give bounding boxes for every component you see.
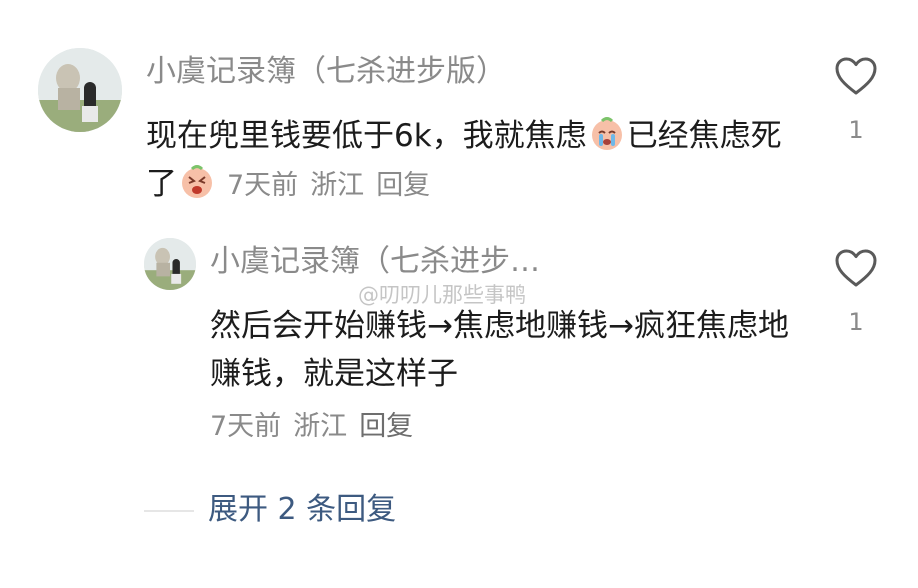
reply-meta: 7天前 浙江 回复 bbox=[210, 410, 425, 444]
comment-location: 浙江 bbox=[310, 170, 365, 201]
crying-emoji-icon bbox=[591, 117, 622, 150]
reply-time: 7天前 bbox=[210, 411, 282, 442]
comment-like-button[interactable]: 1 bbox=[834, 56, 878, 144]
comment-username[interactable]: 小虞记录簿（七杀进步版） bbox=[146, 54, 506, 90]
comment-text-part1: 现在兜里钱要低于6k，我就焦虑 bbox=[146, 118, 587, 154]
expand-replies-button[interactable]: 展开 2 条回复 bbox=[208, 492, 396, 528]
avatar-image bbox=[38, 48, 122, 132]
comment-thread: 小虞记录簿（七杀进步版） 现在兜里钱要低于6k，我就焦虑 已经焦虑死了 7天前浙… bbox=[0, 0, 918, 588]
expand-divider bbox=[144, 510, 194, 512]
heart-icon bbox=[835, 57, 877, 95]
reply-avatar[interactable] bbox=[144, 238, 196, 290]
reply-like-count: 1 bbox=[848, 308, 864, 336]
comment-like-count: 1 bbox=[848, 116, 864, 144]
comment-reply-button[interactable]: 回复 bbox=[376, 170, 430, 201]
reply-like-button[interactable]: 1 bbox=[834, 248, 878, 336]
screaming-emoji-icon bbox=[182, 165, 212, 198]
reply-username[interactable]: 小虞记录簿（七杀进步… bbox=[210, 244, 540, 280]
comment-time: 7天前 bbox=[227, 170, 299, 201]
heart-icon bbox=[835, 249, 877, 287]
comment-content: 现在兜里钱要低于6k，我就焦虑 已经焦虑死了 7天前 浙江 回复 bbox=[146, 112, 796, 210]
reply-content: 然后会开始赚钱→焦虑地赚钱→疯狂焦虑地赚钱，就是这样子 bbox=[210, 308, 789, 392]
reply-reply-button[interactable]: 回复 bbox=[359, 411, 413, 442]
reply-location: 浙江 bbox=[293, 411, 348, 442]
avatar-image bbox=[144, 238, 196, 290]
comment-meta: 7天前 浙江 回复 bbox=[227, 170, 442, 201]
avatar[interactable] bbox=[38, 48, 122, 132]
